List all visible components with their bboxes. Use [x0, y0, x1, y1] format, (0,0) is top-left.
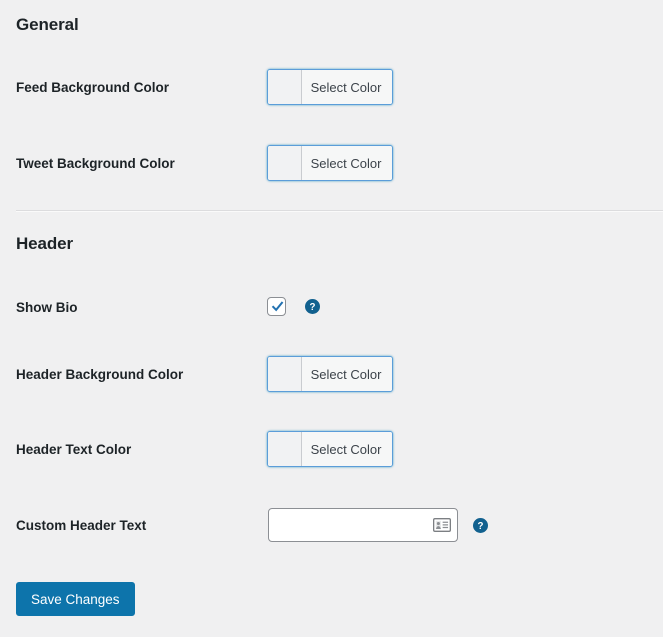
- check-icon: [271, 301, 284, 312]
- color-swatch: [268, 70, 302, 104]
- color-picker-feed-background[interactable]: Select Color: [267, 69, 393, 105]
- label-tweet-background-color: Tweet Background Color: [16, 156, 175, 171]
- label-custom-header-text: Custom Header Text: [16, 518, 147, 533]
- label-show-bio: Show Bio: [16, 300, 78, 315]
- color-picker-header-text[interactable]: Select Color: [267, 431, 393, 467]
- section-heading-general: General: [16, 15, 79, 34]
- help-icon-show-bio[interactable]: ?: [305, 299, 320, 314]
- custom-header-text-input[interactable]: [268, 508, 458, 542]
- color-swatch: [268, 357, 302, 391]
- color-picker-label: Select Color: [302, 357, 392, 391]
- checkbox-show-bio[interactable]: [267, 297, 286, 316]
- help-circle-icon: ?: [473, 518, 488, 533]
- label-feed-background-color: Feed Background Color: [16, 80, 170, 95]
- color-swatch: [268, 432, 302, 466]
- help-circle-icon: ?: [305, 299, 320, 314]
- section-heading-header: Header: [16, 234, 74, 253]
- label-header-text-color: Header Text Color: [16, 442, 132, 457]
- svg-text:?: ?: [478, 521, 484, 532]
- custom-header-text-field-wrap: [268, 508, 458, 542]
- settings-page: General Feed Background Color Select Col…: [0, 0, 663, 637]
- color-picker-header-background[interactable]: Select Color: [267, 356, 393, 392]
- color-picker-label: Select Color: [302, 70, 392, 104]
- color-picker-label: Select Color: [302, 146, 392, 180]
- color-picker-tweet-background[interactable]: Select Color: [267, 145, 393, 181]
- save-changes-button[interactable]: Save Changes: [16, 582, 135, 616]
- svg-text:?: ?: [310, 302, 316, 313]
- help-icon-custom-header-text[interactable]: ?: [473, 518, 488, 533]
- color-swatch: [268, 146, 302, 180]
- label-header-background-color: Header Background Color: [16, 367, 184, 382]
- color-picker-label: Select Color: [302, 432, 392, 466]
- section-divider: [16, 210, 663, 212]
